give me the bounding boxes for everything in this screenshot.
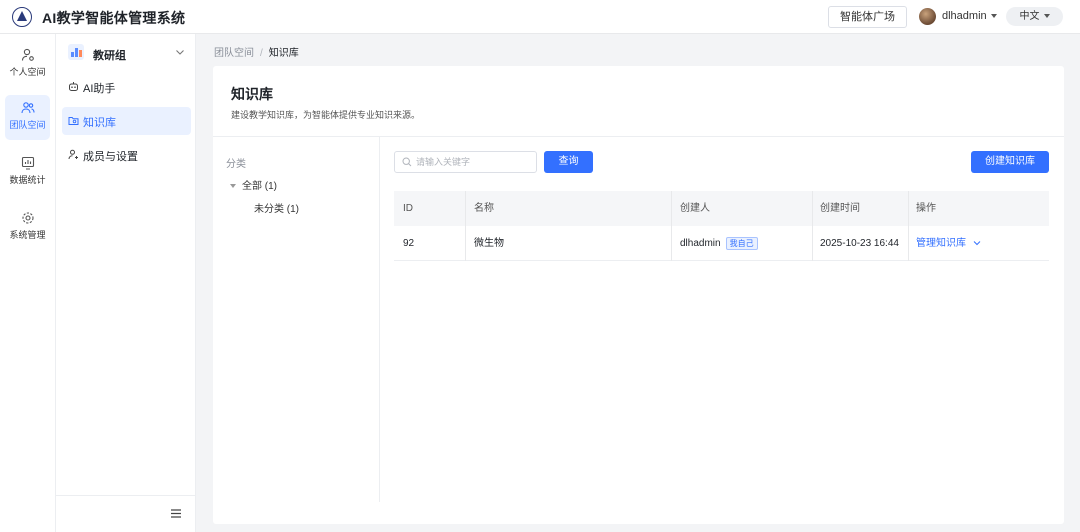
column-header-created-at: 创建时间 (820, 203, 860, 214)
language-select[interactable]: 中文 (1006, 7, 1063, 26)
rail-item-system[interactable]: 系统管理 (5, 205, 50, 250)
chevron-down-icon (176, 50, 184, 55)
page-title: 知识库 (231, 86, 273, 102)
cell-created-at: 2025-10-23 16:44 (820, 238, 899, 249)
column-header-actions: 操作 (916, 203, 936, 214)
language-label: 中文 (1019, 11, 1040, 22)
table-header: ID 名称 创建人 创建时间 操作 (394, 191, 1049, 226)
rail-item-label: 数据统计 (9, 175, 46, 185)
self-badge: 我自己 (725, 236, 758, 250)
sidebar-item-label: 知识库 (83, 117, 116, 129)
chevron-down-icon[interactable] (972, 238, 982, 248)
sidebar-item-members-settings[interactable]: 成员与设置 (62, 141, 191, 169)
column-header-name: 名称 (474, 203, 494, 214)
cell-actions: 管理知识库 (916, 226, 982, 261)
menu-collapse-icon[interactable] (171, 509, 181, 518)
username-label: dlhadmin (942, 10, 987, 22)
column-header-creator: 创建人 (680, 203, 710, 214)
column-divider (671, 191, 672, 226)
rail-item-label: 系统管理 (9, 230, 46, 240)
rail-item-team[interactable]: 团队空间 (5, 95, 50, 140)
search-input[interactable] (416, 155, 531, 169)
sidebar-item-label: 成员与设置 (83, 151, 138, 163)
column-divider (812, 226, 813, 261)
team-icon (20, 102, 35, 114)
creator-name: dlhadmin (680, 238, 721, 249)
sidebar-item-ai-assistant[interactable]: AI助手 (62, 73, 191, 101)
column-divider (812, 191, 813, 226)
category-all-label: 全部 (1) (242, 181, 277, 192)
caret-down-icon (1043, 14, 1050, 19)
column-header-id: ID (403, 203, 413, 214)
sidebar-item-label: AI助手 (83, 83, 116, 95)
breadcrumb: 团队空间 / 知识库 (214, 44, 299, 59)
category-heading: 分类 (226, 159, 246, 170)
group-icon (68, 44, 84, 60)
search-field[interactable] (394, 151, 537, 173)
avatar[interactable] (919, 8, 936, 25)
manage-knowledge-base-link[interactable]: 管理知识库 (916, 238, 966, 249)
group-selector[interactable]: 教研组 (56, 34, 196, 72)
breadcrumb-team-space[interactable]: 团队空间 (214, 48, 254, 59)
group-name: 教研组 (93, 50, 126, 62)
column-divider (908, 191, 909, 226)
breadcrumb-current: 知识库 (268, 48, 299, 59)
chart-icon (21, 156, 34, 170)
user-menu[interactable]: dlhadmin (942, 10, 997, 22)
user-icon (21, 48, 34, 61)
caret-down-icon (230, 184, 236, 189)
knowledge-base-table: ID 名称 创建人 创建时间 操作 92 微生物 dlhadmin 我自己 202… (394, 191, 1049, 261)
category-tree: 分类 全部 (1) 未分类 (1) (213, 137, 380, 502)
rail-item-label: 团队空间 (9, 120, 46, 130)
gear-icon (21, 212, 34, 224)
primary-nav: 个人空间 团队空间 数据统计 系统管理 (0, 34, 56, 532)
cell-creator: dlhadmin 我自己 (680, 226, 758, 261)
member-settings-icon (68, 149, 78, 160)
column-divider (908, 226, 909, 261)
folder-icon (68, 117, 79, 125)
category-uncategorized[interactable]: 未分类 (1) (254, 200, 299, 215)
rail-item-personal[interactable]: 个人空间 (5, 42, 50, 87)
search-icon (402, 157, 412, 167)
app-title: AI教学智能体管理系统 (42, 10, 186, 26)
table-row: 92 微生物 dlhadmin 我自己 2025-10-23 16:44 管理知识… (394, 226, 1049, 261)
breadcrumb-separator: / (260, 48, 263, 59)
column-divider (465, 191, 466, 226)
caret-down-icon (990, 14, 997, 19)
top-header: AI教学智能体管理系统 智能体广场 dlhadmin 中文 (0, 0, 1080, 34)
create-knowledge-base-button[interactable]: 创建知识库 (971, 151, 1049, 173)
secondary-sidebar: 教研组 AI助手 知识库 成员与设置 (56, 34, 196, 532)
category-all[interactable]: 全部 (1) (230, 177, 277, 192)
rail-item-label: 个人空间 (9, 67, 46, 77)
column-divider (465, 226, 466, 261)
column-divider (671, 226, 672, 261)
query-button[interactable]: 查询 (544, 151, 593, 173)
sidebar-item-knowledge-base[interactable]: 知识库 (62, 107, 191, 135)
sidebar-footer (56, 495, 196, 532)
bot-icon (69, 82, 78, 91)
cell-name: 微生物 (474, 238, 504, 249)
main-panel: 知识库 建设教学知识库，为智能体提供专业知识来源。 分类 全部 (1) 未分类 … (213, 66, 1064, 524)
page-description: 建设教学知识库，为智能体提供专业知识来源。 (231, 110, 421, 120)
rail-item-stats[interactable]: 数据统计 (5, 150, 50, 195)
agent-market-button[interactable]: 智能体广场 (828, 6, 907, 28)
cell-id: 92 (403, 238, 415, 249)
logo-icon (12, 7, 32, 27)
